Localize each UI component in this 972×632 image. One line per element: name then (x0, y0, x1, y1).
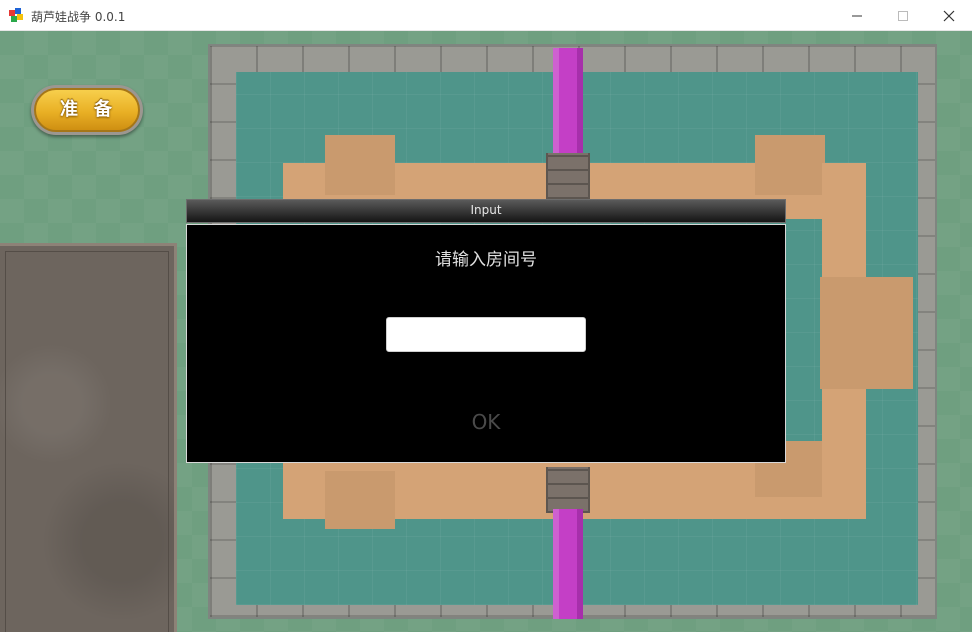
room-number-input[interactable] (386, 317, 586, 352)
dialog-title: Input (470, 203, 502, 217)
window-titlebar: 葫芦娃战争 0.0.1 (0, 0, 972, 31)
side-panel (0, 243, 177, 632)
ok-button[interactable]: OK (446, 407, 526, 437)
sand-block-bottom-left (325, 471, 395, 529)
dialog-titlebar[interactable]: Input (186, 199, 786, 223)
app-icon (9, 8, 25, 24)
sand-base-right (820, 277, 913, 389)
side-panel-frame (5, 251, 169, 632)
bridge-bottom (546, 467, 590, 513)
ready-button-label: 准备 (34, 88, 140, 132)
input-dialog: 请输入房间号 OK (186, 224, 786, 463)
river-bottom (553, 509, 583, 619)
sand-block-top-left (325, 135, 395, 195)
maximize-icon (898, 11, 908, 21)
dialog-prompt: 请输入房间号 (435, 250, 537, 270)
close-icon (943, 10, 955, 22)
minimize-button[interactable] (834, 0, 880, 31)
ready-button[interactable]: 准备 (31, 85, 143, 135)
sand-block-top-right (755, 135, 825, 195)
bridge-top (546, 153, 590, 199)
minimize-icon (852, 15, 862, 17)
river-top (553, 48, 583, 158)
close-button[interactable] (926, 0, 972, 31)
window-title: 葫芦娃战争 0.0.1 (31, 10, 126, 24)
maximize-button[interactable] (880, 0, 926, 31)
